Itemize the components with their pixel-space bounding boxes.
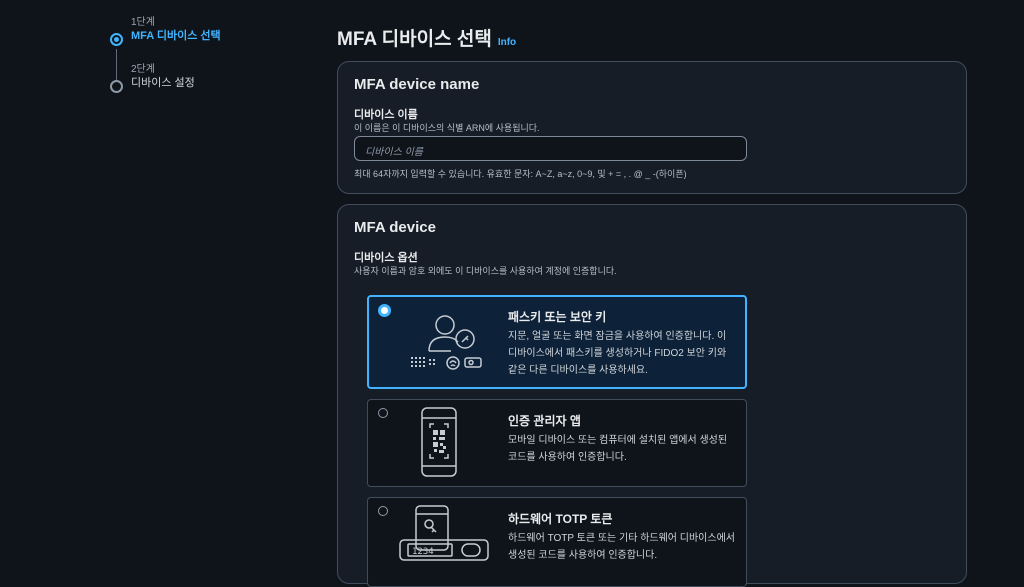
radio-button[interactable] bbox=[378, 506, 388, 516]
step-1[interactable]: 1단계 MFA 디바이스 선택 bbox=[110, 16, 221, 46]
device-name-label: 디바이스 이름 bbox=[354, 109, 418, 121]
token-display-text: 1234 bbox=[412, 547, 434, 557]
step-number: 1단계 bbox=[131, 17, 155, 28]
passkey-icon bbox=[407, 303, 497, 388]
info-link[interactable]: Info bbox=[498, 37, 516, 48]
step-title[interactable]: MFA 디바이스 선택 bbox=[131, 29, 221, 44]
option-description: 지문, 얼굴 또는 화면 잠금을 사용하여 인증합니다. 이 디바이스에서 패스… bbox=[508, 331, 727, 376]
device-name-input[interactable]: 디바이스 이름 bbox=[354, 136, 747, 161]
option-description: 모바일 디바이스 또는 컴퓨터에 설치된 앱에서 생성된 코드를 사용하여 인증… bbox=[508, 435, 728, 463]
device-name-constraint: 최대 64자까지 입력할 수 있습니다. 유효한 문자: A~Z, a~z, 0… bbox=[354, 169, 687, 179]
option-description: 하드웨어 TOTP 토큰 또는 기타 하드웨어 디바이스에서 생성된 코드를 사… bbox=[508, 533, 735, 561]
wizard-steps: 1단계 MFA 디바이스 선택 2단계 디바이스 설정 bbox=[110, 16, 221, 93]
radio-button[interactable] bbox=[378, 408, 388, 418]
page-title-text: MFA 디바이스 선택 bbox=[337, 29, 492, 50]
hardware-token-icon: 1234 bbox=[398, 504, 498, 585]
mfa-device-panel: MFA device 디바이스 옵션 사용자 이름과 암호 외에도 이 디바이스… bbox=[337, 204, 967, 587]
step-title: 디바이스 설정 bbox=[131, 77, 195, 89]
option-title: 인증 관리자 앱 bbox=[508, 414, 581, 428]
device-name-panel: MFA device name 디바이스 이름 이 이름은 이 디바이스의 식별… bbox=[337, 61, 967, 194]
step-number: 2단계 bbox=[131, 64, 155, 75]
device-name-description: 이 이름은 이 디바이스의 식별 ARN에 사용됩니다. bbox=[354, 123, 540, 133]
device-options-label: 디바이스 옵션 bbox=[354, 252, 418, 264]
option-hardware-token-tile[interactable]: 1234 하드웨어 TOTP 토큰 하드웨어 TOTP 토큰 또는 기타 하드웨… bbox=[367, 497, 747, 587]
option-passkey-tile[interactable]: 패스키 또는 보안 키 지문, 얼굴 또는 화면 잠금을 사용하여 인증합니다.… bbox=[367, 295, 747, 389]
panel-header: MFA device name bbox=[354, 76, 480, 93]
step-indicator-icon bbox=[110, 33, 123, 46]
option-title: 하드웨어 TOTP 토큰 bbox=[508, 512, 613, 526]
option-authenticator-app-tile[interactable]: 인증 관리자 앱 모바일 디바이스 또는 컴퓨터에 설치된 앱에서 생성된 코드… bbox=[367, 399, 747, 487]
radio-button-selected[interactable] bbox=[378, 304, 391, 317]
device-options-description: 사용자 이름과 암호 외에도 이 디바이스를 사용하여 계정에 인증합니다. bbox=[354, 266, 617, 276]
authenticator-app-icon bbox=[406, 406, 496, 487]
page-title: MFA 디바이스 선택 Info bbox=[337, 24, 516, 51]
step-indicator-icon bbox=[110, 80, 123, 93]
option-title: 패스키 또는 보안 키 bbox=[508, 310, 607, 324]
step-2: 2단계 디바이스 설정 bbox=[110, 63, 221, 93]
panel-header: MFA device bbox=[354, 219, 436, 236]
